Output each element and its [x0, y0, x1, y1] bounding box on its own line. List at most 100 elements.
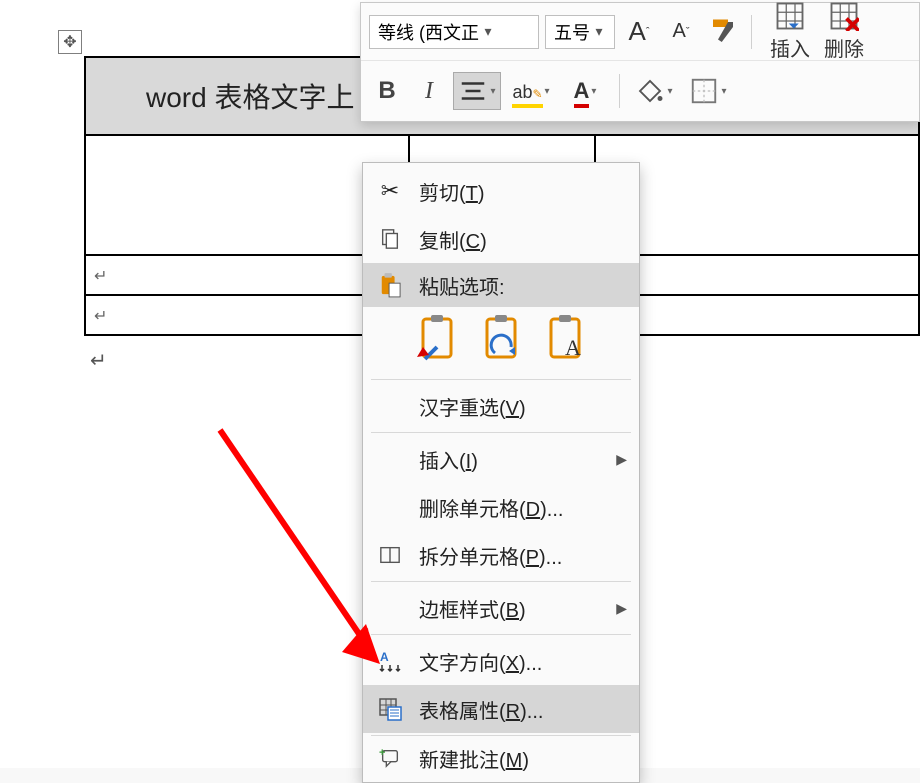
ctx-split-cells[interactable]: 拆分单元格(P)...	[363, 531, 639, 579]
increase-font-button[interactable]: Aˆ	[621, 13, 657, 51]
ctx-cut[interactable]: ✂ 剪切(T)	[363, 167, 639, 215]
chevron-down-icon: ▾	[490, 86, 495, 97]
increase-font-icon: A	[628, 16, 645, 47]
ctx-table-properties[interactable]: 表格属性(R)...	[363, 685, 639, 733]
separator	[371, 634, 631, 635]
delete-table-icon	[829, 1, 859, 31]
ctx-copy-key: C	[466, 231, 480, 253]
ctx-delete-cells[interactable]: 删除单元格(D)...	[363, 483, 639, 531]
delete-label: 删除	[824, 33, 864, 62]
context-menu: ✂ 剪切(T) 复制(C) 粘贴选项: A 汉字重选(V) 插入(I) ▶	[362, 162, 640, 783]
table-cell[interactable]: ↵	[85, 255, 409, 295]
svg-text:A: A	[380, 650, 389, 664]
ctx-text-direction-key: X	[506, 653, 519, 675]
chevron-down-icon: ▾	[590, 23, 608, 40]
ctx-new-comment-label: 新建批注	[419, 750, 499, 772]
ctx-text-direction[interactable]: A 文字方向(X)...	[363, 637, 639, 685]
chevron-down-icon: ▾	[545, 86, 550, 97]
para-mark-icon: ↵	[94, 308, 107, 325]
separator	[619, 74, 620, 108]
ctx-reconvert-key: V	[506, 398, 519, 420]
paste-keep-source[interactable]	[417, 313, 463, 363]
font-color-underline	[574, 104, 590, 108]
ctx-copy-label: 复制	[419, 231, 459, 253]
align-center-icon	[458, 76, 488, 106]
ctx-table-properties-label: 表格属性	[419, 701, 499, 723]
text-direction-icon: A	[377, 649, 403, 673]
separator	[371, 735, 631, 736]
mini-toolbar: 等线 (西文正 ▾ 五号 ▾ Aˆ Aˇ 插入 删除 B I	[360, 2, 920, 122]
format-painter-button[interactable]	[705, 13, 741, 51]
table-cell[interactable]: ↵	[595, 255, 919, 295]
borders-icon	[689, 76, 719, 106]
shading-button[interactable]: ▾	[630, 72, 678, 110]
ctx-split-cells-label: 拆分单元格	[419, 547, 519, 569]
ctx-insert-key: I	[466, 451, 472, 473]
table-properties-icon	[377, 697, 403, 721]
chevron-down-icon: ▾	[479, 23, 497, 40]
table-cell[interactable]: ↵	[595, 295, 919, 335]
delete-split-button[interactable]: 删除	[824, 1, 864, 62]
borders-button[interactable]: ▾	[684, 72, 732, 110]
table-move-handle[interactable]: ✥	[58, 30, 82, 54]
ctx-cut-label: 剪切	[419, 183, 459, 205]
ctx-paste-options-header: 粘贴选项:	[363, 263, 639, 307]
separator	[751, 15, 752, 49]
italic-button[interactable]: I	[411, 72, 447, 110]
font-size-combo[interactable]: 五号 ▾	[545, 15, 615, 49]
table-cell[interactable]: ↵	[85, 295, 409, 335]
italic-icon: I	[425, 78, 433, 105]
submenu-arrow-icon: ▶	[616, 451, 627, 468]
separator	[371, 432, 631, 433]
decrease-font-button[interactable]: Aˇ	[663, 13, 699, 51]
format-painter-icon	[708, 17, 738, 47]
ctx-delete-cells-label: 删除单元格	[419, 499, 519, 521]
para-mark-icon: ↵	[90, 348, 107, 373]
insert-label: 插入	[770, 33, 810, 62]
submenu-arrow-icon: ▶	[616, 600, 627, 617]
ctx-split-cells-key: P	[526, 547, 539, 569]
align-center-button[interactable]: ▾	[453, 72, 501, 110]
ctx-insert-label: 插入	[419, 451, 459, 473]
insert-split-button[interactable]: 插入	[770, 1, 810, 62]
paste-merge-formatting[interactable]	[481, 313, 527, 363]
font-color-button[interactable]: A ▾	[561, 72, 609, 110]
ctx-new-comment[interactable]: + 新建批注(M)	[363, 738, 639, 778]
ctx-copy[interactable]: 复制(C)	[363, 215, 639, 263]
split-cells-icon	[377, 544, 403, 566]
ctx-insert[interactable]: 插入(I) ▶	[363, 435, 639, 483]
paste-icon	[377, 272, 403, 298]
ctx-paste-options-label: 粘贴选项:	[419, 271, 505, 300]
insert-table-icon	[775, 1, 805, 31]
ctx-border-style[interactable]: 边框样式(B) ▶	[363, 584, 639, 632]
ctx-border-style-label: 边框样式	[419, 600, 499, 622]
ctx-cut-key: T	[466, 183, 478, 205]
ctx-table-properties-key: R	[506, 701, 520, 723]
decrease-font-icon: A	[672, 20, 685, 43]
table-cell[interactable]	[595, 135, 919, 255]
new-comment-icon: +	[377, 747, 403, 769]
highlight-color-button[interactable]: ab✎ ▾	[507, 72, 555, 110]
ctx-delete-cells-key: D	[526, 499, 540, 521]
chevron-down-icon: ▾	[667, 86, 672, 97]
highlight-underline	[512, 104, 542, 108]
header-text: word 表格文字上	[146, 82, 354, 113]
ctx-reconvert-label: 汉字重选	[419, 398, 499, 420]
table-cell[interactable]	[85, 135, 409, 255]
font-family-combo[interactable]: 等线 (西文正 ▾	[369, 15, 539, 49]
scissors-icon: ✂	[377, 178, 403, 204]
copy-icon	[377, 228, 403, 250]
para-mark-icon: ↵	[94, 268, 107, 285]
svg-text:A: A	[565, 335, 581, 360]
ctx-text-direction-label: 文字方向	[419, 653, 499, 675]
bold-icon: B	[378, 77, 395, 105]
paste-text-only[interactable]: A	[545, 313, 591, 363]
bold-button[interactable]: B	[369, 72, 405, 110]
paste-options-row: A	[363, 307, 639, 377]
separator	[371, 581, 631, 582]
ctx-border-style-key: B	[506, 600, 519, 622]
ctx-reconvert[interactable]: 汉字重选(V)	[363, 382, 639, 430]
separator	[371, 379, 631, 380]
bucket-icon	[635, 76, 665, 106]
font-family-value: 等线 (西文正	[378, 19, 479, 45]
